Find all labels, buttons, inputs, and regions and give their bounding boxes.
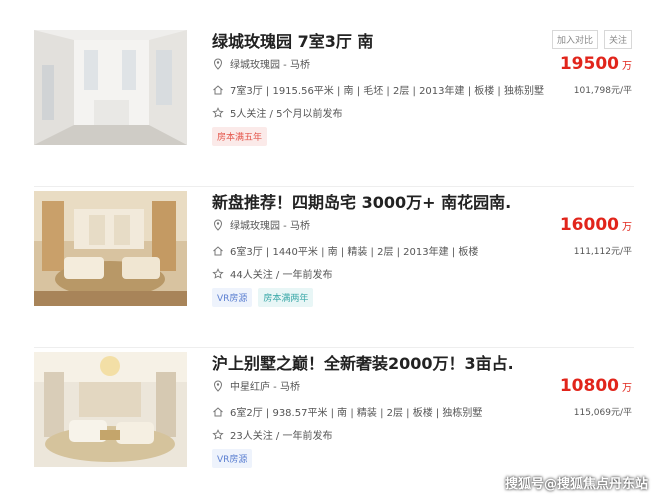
listing-tag: 房本满两年 <box>258 288 314 307</box>
listing-info: 6室3厅 | 1440平米 | 南 | 精装 | 2层 | 2013年建 | 板… <box>230 247 479 258</box>
unit-price: 101,798元/平 <box>573 86 632 96</box>
watermark: 搜狐号@搜狐焦点丹东站 <box>504 477 648 492</box>
listing-follow-info: 23人关注 / 一年前发布 <box>230 431 333 442</box>
listing-price: 16000 <box>559 215 619 235</box>
listing-tag: VR房源 <box>212 288 253 307</box>
price-unit: 万 <box>622 61 632 72</box>
price-unit: 万 <box>622 383 632 394</box>
listing-title[interactable]: 新盘推荐！四期岛宅 3000万+ 南花园南... <box>212 189 512 213</box>
listing-location[interactable]: 中星红庐 - 马桥 <box>230 378 300 393</box>
listing-price: 19500 <box>559 54 619 74</box>
star-icon <box>212 106 224 119</box>
add-compare-button[interactable]: 加入对比 <box>551 30 598 49</box>
divider <box>34 347 634 348</box>
house-icon <box>212 406 224 418</box>
listing-info: 6室2厅 | 938.57平米 | 南 | 精装 | 2层 | 板楼 | 独栋别… <box>230 408 483 419</box>
listing-info: 7室3厅 | 1915.56平米 | 南 | 毛坯 | 2层 | 2013年建 … <box>230 86 544 97</box>
listing-follow-info: 44人关注 / 一年前发布 <box>230 270 333 281</box>
location-pin-icon <box>212 379 224 392</box>
listing-card[interactable]: 新盘推荐！四期岛宅 3000万+ 南花园南... 绿城玫瑰园 - 马桥 6室3厅… <box>34 189 634 348</box>
location-pin-icon <box>212 57 224 70</box>
listing-tag: VR房源 <box>212 449 253 468</box>
listing-tag: 房本满五年 <box>212 127 268 146</box>
unit-price: 115,069元/平 <box>573 408 632 418</box>
listing-photo[interactable] <box>34 191 187 306</box>
listing-follow-info: 5人关注 / 5个月以前发布 <box>230 109 343 120</box>
listing-location[interactable]: 绿城玫瑰园 - 马桥 <box>230 217 310 232</box>
listing-photo[interactable] <box>34 352 187 467</box>
house-icon <box>212 84 224 96</box>
divider <box>34 186 634 187</box>
star-icon <box>212 428 224 441</box>
star-icon <box>212 267 224 280</box>
price-unit: 万 <box>622 222 632 233</box>
listing-location[interactable]: 绿城玫瑰园 - 马桥 <box>230 56 310 71</box>
listing-title[interactable]: 绿城玫瑰园 7室3厅 南 <box>212 28 512 52</box>
follow-button[interactable]: 关注 <box>603 30 632 49</box>
listing-title[interactable]: 沪上别墅之巅！全新奢装2000万！3亩占... <box>212 350 512 374</box>
listing-photo[interactable] <box>34 30 187 145</box>
listing-price: 10800 <box>559 376 619 396</box>
house-icon <box>212 245 224 257</box>
location-pin-icon <box>212 218 224 231</box>
listing-card[interactable]: 绿城玫瑰园 7室3厅 南 加入对比 关注 绿城玫瑰园 - 马桥 7室3厅 | 1… <box>34 28 634 187</box>
unit-price: 111,112元/平 <box>573 247 632 257</box>
